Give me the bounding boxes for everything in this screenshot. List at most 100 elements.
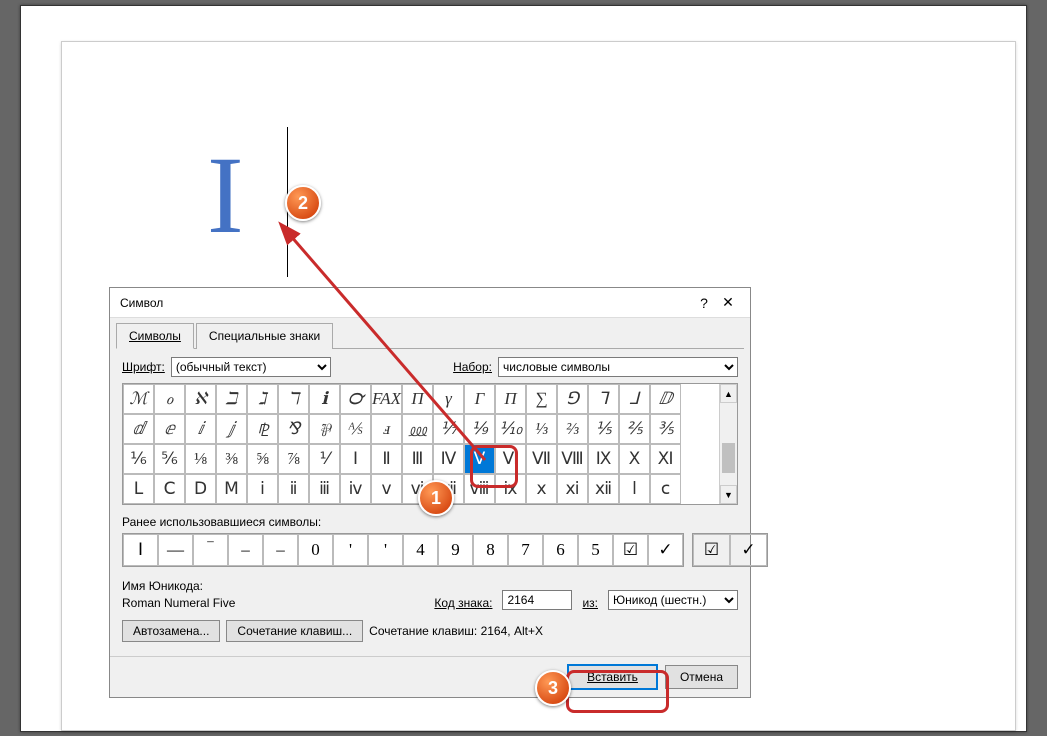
symbol-cell[interactable]: ⅴ xyxy=(371,474,402,504)
symbol-cell[interactable]: ⅟ xyxy=(309,444,340,474)
set-select[interactable]: числовые символы xyxy=(498,357,738,377)
scroll-thumb[interactable] xyxy=(722,443,735,473)
symbol-cell[interactable]: ⅐ xyxy=(433,414,464,444)
recent-cell[interactable]: ✓ xyxy=(648,534,683,566)
symbol-cell[interactable]: ℶ xyxy=(216,384,247,414)
symbol-cell[interactable]: ⅙ xyxy=(123,444,154,474)
symbol-cell[interactable]: ⅍ xyxy=(340,414,371,444)
symbol-cell[interactable]: ⅞ xyxy=(278,444,309,474)
cancel-button[interactable]: Отмена xyxy=(665,665,738,689)
insert-button[interactable]: Вставить xyxy=(568,665,657,689)
symbol-cell[interactable]: Ⅱ xyxy=(371,444,402,474)
symbol-cell[interactable]: ℳ xyxy=(123,384,154,414)
tab-symbols[interactable]: Символы xyxy=(116,323,194,349)
symbol-cell[interactable]: ⅉ xyxy=(216,414,247,444)
help-button[interactable]: ? xyxy=(692,295,716,311)
symbol-cell[interactable]: Ⅰ xyxy=(340,444,371,474)
symbol-cell[interactable]: ⅗ xyxy=(650,414,681,444)
symbol-cell[interactable]: ⅈ xyxy=(185,414,216,444)
recent-cell[interactable]: ― xyxy=(158,534,193,566)
symbol-cell[interactable]: ⅺ xyxy=(557,474,588,504)
scroll-down-icon[interactable]: ▼ xyxy=(720,485,737,504)
symbol-cell[interactable]: Ⅹ xyxy=(619,444,650,474)
symbol-cell[interactable]: ⅖ xyxy=(619,414,650,444)
symbol-cell[interactable]: Ⅿ xyxy=(216,474,247,504)
from-select[interactable]: Юникод (шестн.) xyxy=(608,590,738,610)
recent-cell[interactable]: 0 xyxy=(298,534,333,566)
symbol-cell[interactable]: ℺ xyxy=(340,384,371,414)
symbol-cell[interactable]: ⅋ xyxy=(278,414,309,444)
close-button[interactable]: ✕ xyxy=(716,294,740,311)
symbol-cell[interactable]: ∑ xyxy=(526,384,557,414)
symbol-cell[interactable]: ⅰ xyxy=(247,474,278,504)
symbol-cell[interactable]: Ⅳ xyxy=(433,444,464,474)
recent-cell[interactable]: 6 xyxy=(543,534,578,566)
recent-extra-cell[interactable]: ✓ xyxy=(730,534,767,566)
symbol-cell[interactable]: ⅔ xyxy=(557,414,588,444)
recent-cell[interactable]: ' xyxy=(333,534,368,566)
recent-cell[interactable]: 5 xyxy=(578,534,613,566)
symbol-cell[interactable]: Ⅵ xyxy=(495,444,526,474)
symbol-cell[interactable]: Ⅽ xyxy=(154,474,185,504)
symbol-cell[interactable]: ⅆ xyxy=(123,414,154,444)
symbol-cell[interactable]: ⅼ xyxy=(619,474,650,504)
symbol-cell[interactable]: ℷ xyxy=(247,384,278,414)
symbol-cell[interactable]: ⅻ xyxy=(588,474,619,504)
font-select[interactable]: (обычный текст) xyxy=(171,357,331,377)
symbol-cell[interactable]: ⅛ xyxy=(185,444,216,474)
symbol-cell[interactable]: Ⅶ xyxy=(526,444,557,474)
recent-cell[interactable]: 4 xyxy=(403,534,438,566)
recent-cell[interactable]: – xyxy=(263,534,298,566)
symbol-cell[interactable]: ⅷ xyxy=(464,474,495,504)
symbol-cell[interactable]: Ⅼ xyxy=(123,474,154,504)
recent-cell[interactable]: 9 xyxy=(438,534,473,566)
symbol-cell[interactable]: ℵ xyxy=(185,384,216,414)
symbol-cell[interactable]: ⅕ xyxy=(588,414,619,444)
recent-cell[interactable]: 8 xyxy=(473,534,508,566)
symbol-cell[interactable]: ℴ xyxy=(154,384,185,414)
symbol-cell[interactable]: ⅜ xyxy=(216,444,247,474)
recent-extra-cell[interactable]: ☑ xyxy=(693,534,730,566)
symbol-cell[interactable]: ⅳ xyxy=(340,474,371,504)
symbol-cell[interactable]: Ⅾ xyxy=(185,474,216,504)
symbol-cell[interactable]: ⅑ xyxy=(464,414,495,444)
symbol-cell[interactable]: ⅹ xyxy=(526,474,557,504)
symbol-cell[interactable]: ⅌ xyxy=(309,414,340,444)
symbol-cell[interactable]: Ⅺ xyxy=(650,444,681,474)
recent-cell[interactable]: ‒ xyxy=(228,534,263,566)
symbol-cell[interactable]: Ⅲ xyxy=(402,444,433,474)
symbol-cell[interactable]: Γ xyxy=(464,384,495,414)
tab-special[interactable]: Специальные знаки xyxy=(196,323,333,349)
symbol-cell[interactable]: ⅓ xyxy=(526,414,557,444)
symbol-cell[interactable]: ⅲ xyxy=(309,474,340,504)
symbol-cell[interactable]: Ⅴ xyxy=(464,444,495,474)
symbol-cell[interactable]: γ xyxy=(433,384,464,414)
symbol-cell[interactable]: ℸ xyxy=(278,384,309,414)
scroll-track[interactable] xyxy=(720,403,737,485)
symbol-cell[interactable]: ⅎ xyxy=(371,414,402,444)
symbol-cell[interactable]: ⅊ xyxy=(247,414,278,444)
recent-cell[interactable]: ☑ xyxy=(613,534,648,566)
symbol-cell[interactable]: ⅸ xyxy=(495,474,526,504)
symbol-cell[interactable]: Ⅸ xyxy=(588,444,619,474)
recent-cell[interactable]: ' xyxy=(368,534,403,566)
symbol-cell[interactable]: Π xyxy=(495,384,526,414)
symbol-cell[interactable]: ⅝ xyxy=(247,444,278,474)
symbol-cell[interactable]: ⅅ xyxy=(650,384,681,414)
symbol-cell[interactable]: ⅱ xyxy=(278,474,309,504)
symbol-cell[interactable]: Ⅷ xyxy=(557,444,588,474)
symbol-cell[interactable]: ⅚ xyxy=(154,444,185,474)
recent-cell[interactable]: 7 xyxy=(508,534,543,566)
autocorrect-button[interactable]: Автозамена... xyxy=(122,620,220,642)
symbol-cell[interactable]: ⅇ xyxy=(154,414,185,444)
scroll-up-icon[interactable]: ▲ xyxy=(720,384,737,403)
symbol-cell[interactable]: FAX xyxy=(371,384,402,414)
recent-cell[interactable]: Ⅰ xyxy=(123,534,158,566)
symbol-cell[interactable]: ⅂ xyxy=(588,384,619,414)
symbol-cell[interactable]: ⅽ xyxy=(650,474,681,504)
symbol-cell[interactable]: ⅏ xyxy=(402,414,433,444)
symbol-cell[interactable]: ℹ xyxy=(309,384,340,414)
symbol-cell[interactable]: ⅃ xyxy=(619,384,650,414)
shortcut-button[interactable]: Сочетание клавиш... xyxy=(226,620,363,642)
symbol-cell[interactable]: Π xyxy=(402,384,433,414)
